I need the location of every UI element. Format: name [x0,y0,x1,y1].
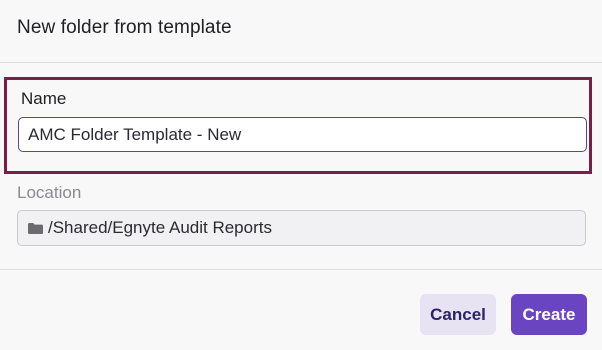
location-value: /Shared/Egnyte Audit Reports [48,218,272,237]
location-field: /Shared/Egnyte Audit Reports [17,210,586,246]
name-input[interactable] [18,117,587,152]
name-section-highlight: Name [4,77,592,174]
cancel-button[interactable]: Cancel [420,294,496,335]
dialog-title: New folder from template [17,17,232,38]
footer-divider [0,269,602,270]
new-folder-dialog: New folder from template Name Location /… [0,0,602,350]
location-label: Location [17,183,82,202]
create-button[interactable]: Create [511,294,587,335]
folder-icon [27,221,45,235]
dialog-header: New folder from template [0,0,602,63]
name-label: Name [21,89,67,108]
